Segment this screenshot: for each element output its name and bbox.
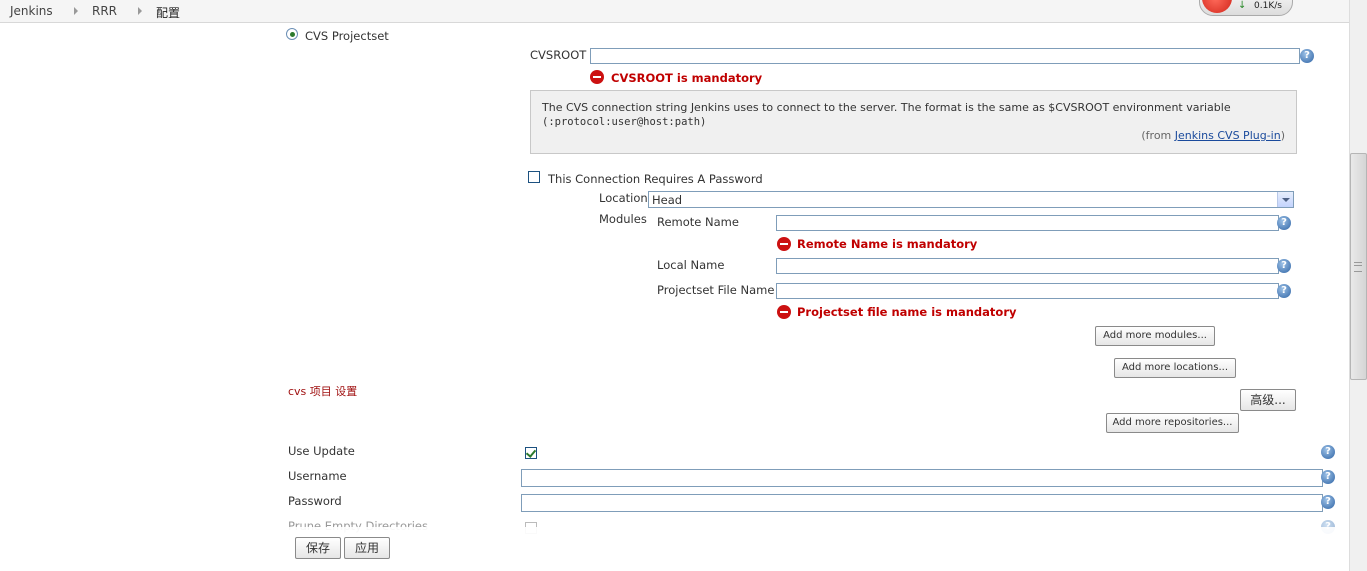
add-more-repositories-button[interactable]: Add more repositories... — [1106, 413, 1239, 433]
apply-button[interactable]: 应用 — [344, 537, 390, 559]
add-more-modules-button[interactable]: Add more modules... — [1095, 326, 1215, 346]
projectset-error: Projectset file name is mandatory — [797, 305, 1017, 319]
breadcrumb-project[interactable]: RRR — [92, 4, 117, 18]
save-button[interactable]: 保存 — [295, 537, 341, 559]
projectset-file-name-input[interactable] — [776, 283, 1279, 299]
help-icon[interactable]: ? — [1300, 49, 1314, 63]
breadcrumb-configure[interactable]: 配置 — [156, 4, 180, 21]
remote-name-input[interactable] — [776, 215, 1279, 231]
advanced-button[interactable]: 高级... — [1240, 389, 1296, 411]
cvsroot-input[interactable] — [590, 48, 1300, 64]
footer-bar — [0, 527, 1349, 571]
help-icon[interactable]: ? — [1277, 284, 1291, 298]
speed-ball-icon — [1202, 0, 1232, 13]
cvs-project-settings-title: cvs 项目 设置 — [288, 385, 358, 398]
breadcrumb-separator-icon — [74, 7, 78, 15]
breadcrumb-jenkins[interactable]: Jenkins — [10, 4, 53, 18]
plugin-link[interactable]: Jenkins CVS Plug-in — [1175, 129, 1281, 142]
speed-text: 0.1K/s — [1254, 1, 1282, 11]
password-input[interactable] — [521, 494, 1323, 512]
remote-name-error: Remote Name is mandatory — [797, 237, 978, 251]
checkmark-icon — [525, 447, 537, 458]
requires-password-checkbox[interactable] — [528, 171, 540, 183]
help-source: (from Jenkins CVS Plug-in) — [1000, 129, 1285, 142]
cvsroot-label: CVSROOT — [530, 48, 587, 62]
location-selected-value: Head — [652, 193, 683, 207]
username-input[interactable] — [521, 469, 1323, 487]
remote-name-label: Remote Name — [657, 215, 739, 229]
error-icon — [590, 70, 604, 84]
cvsroot-error: CVSROOT is mandatory — [611, 71, 763, 85]
modules-label: Modules — [599, 212, 647, 226]
error-icon — [777, 237, 791, 251]
download-arrow-icon: ↓ — [1238, 0, 1247, 11]
network-speed-widget: ↓ 0.1K/s — [1199, 0, 1293, 16]
error-icon — [777, 305, 791, 319]
breadcrumb-separator-icon — [138, 7, 142, 15]
use-update-label: Use Update — [288, 444, 355, 458]
cvs-projectset-radio[interactable] — [286, 28, 298, 40]
radio-selected-dot — [289, 31, 295, 37]
help-icon[interactable]: ? — [1277, 259, 1291, 273]
username-label: Username — [288, 469, 347, 483]
scrollbar-grip-icon — [1354, 265, 1362, 266]
help-source-prefix: (from — [1141, 129, 1175, 142]
scrollbar-grip-icon — [1354, 262, 1362, 272]
password-label: Password — [288, 494, 342, 508]
chevron-down-icon[interactable] — [1277, 192, 1293, 207]
add-more-locations-button[interactable]: Add more locations... — [1114, 358, 1236, 378]
breadcrumb — [0, 0, 1349, 23]
local-name-label: Local Name — [657, 258, 725, 272]
location-select[interactable]: Head — [648, 191, 1294, 208]
location-label: Location — [599, 191, 648, 205]
cvs-projectset-label: CVS Projectset — [305, 29, 389, 43]
help-icon[interactable]: ? — [1277, 216, 1291, 230]
projectset-file-name-label: Projectset File Name — [657, 283, 775, 297]
help-icon[interactable]: ? — [1321, 495, 1335, 509]
help-source-suffix: ) — [1280, 129, 1285, 142]
help-icon[interactable]: ? — [1321, 470, 1335, 484]
help-text: The CVS connection string Jenkins uses t… — [542, 101, 1231, 114]
help-icon[interactable]: ? — [1321, 445, 1335, 459]
use-update-checkbox[interactable] — [525, 447, 537, 459]
local-name-input[interactable] — [776, 258, 1279, 274]
requires-password-label: This Connection Requires A Password — [548, 172, 763, 186]
help-text-format: (:protocol:user@host:path) — [542, 116, 707, 128]
